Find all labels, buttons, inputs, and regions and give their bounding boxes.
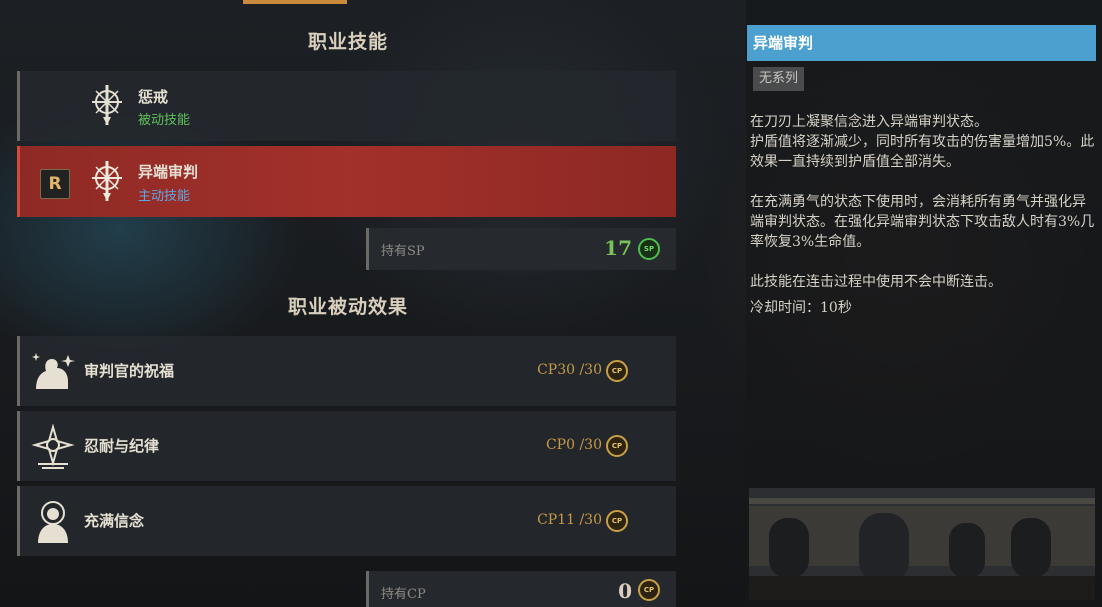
cooldown-text: 冷却时间：10秒 (750, 300, 852, 316)
passive-name: 审判官的祝福 (84, 362, 175, 380)
cp-coin-icon: CP (606, 435, 628, 457)
praying-figure-icon (38, 501, 68, 543)
passive-cp: CP30 /30 (537, 362, 602, 378)
sp-value: 17 (604, 236, 632, 260)
cp-coin-icon: CP (606, 510, 628, 532)
passive-name: 充满信念 (84, 512, 145, 530)
description-line: 在刀刃上凝聚信念进入异端审判状态。 (750, 114, 988, 130)
spear-emblem-icon (92, 85, 122, 125)
spear-emblem-icon (92, 161, 122, 201)
sp-coin-icon: SP (638, 238, 660, 260)
holy-cross-emblem-icon (31, 424, 75, 469)
sp-label: 持有SP (381, 244, 425, 259)
skill-name: 惩戒 (138, 88, 169, 106)
skill-type: 被动技能 (138, 113, 191, 128)
detail-title: 异端审判 (747, 25, 1096, 61)
passive-row-endurance-discipline[interactable]: 忍耐与纪律 CP0 /30 CP (17, 411, 676, 481)
skill-type: 主动技能 (138, 189, 191, 204)
passive-cp: CP11 /30 (537, 512, 602, 528)
cp-coin-icon: CP (638, 579, 660, 601)
cp-value: 0 (618, 579, 632, 603)
flexed-arm-icon (32, 353, 75, 389)
skill-name: 异端审判 (138, 163, 199, 181)
hotkey-badge: R (40, 169, 70, 199)
cp-label: 持有CP (381, 587, 426, 602)
passive-cp: CP0 /30 (545, 437, 602, 453)
series-tag: 无系列 (753, 67, 805, 91)
passive-row-full-conviction[interactable]: 充满信念 CP11 /30 CP (17, 486, 676, 556)
skill-row-punish[interactable]: 惩戒 被动技能 (17, 71, 676, 141)
skill-preview-image (749, 488, 1095, 600)
description-line: 在充满勇气的状态下使用时，会消耗所有勇气并强化异端审判状态。在强化异端审判状态下… (750, 194, 1095, 250)
cp-counter: 持有CP 0 CP (366, 571, 676, 607)
sp-counter: 持有SP 17 SP (366, 228, 676, 270)
skill-row-heretic-judgment[interactable]: R 异端审判 主动技能 (17, 146, 676, 217)
preview-scene (749, 488, 1095, 600)
cp-coin-icon: CP (606, 360, 628, 382)
class-passive-heading: 职业被动效果 (288, 296, 409, 318)
description-line: 护盾值将逐渐减少，同时所有攻击的伤害量增加5%。此效果一直持续到护盾值全部消失。 (750, 134, 1095, 170)
passive-name: 忍耐与纪律 (84, 437, 160, 455)
tab-indicator (243, 0, 347, 4)
skill-description: 在刀刃上凝聚信念进入异端审判状态。 护盾值将逐渐减少，同时所有攻击的伤害量增加5… (750, 112, 1098, 318)
passive-row-inquisitor-blessing[interactable]: 审判官的祝福 CP30 /30 CP (17, 336, 676, 406)
description-line: 此技能在连击过程中使用不会中断连击。 (750, 274, 1002, 290)
class-skills-heading: 职业技能 (308, 31, 389, 53)
